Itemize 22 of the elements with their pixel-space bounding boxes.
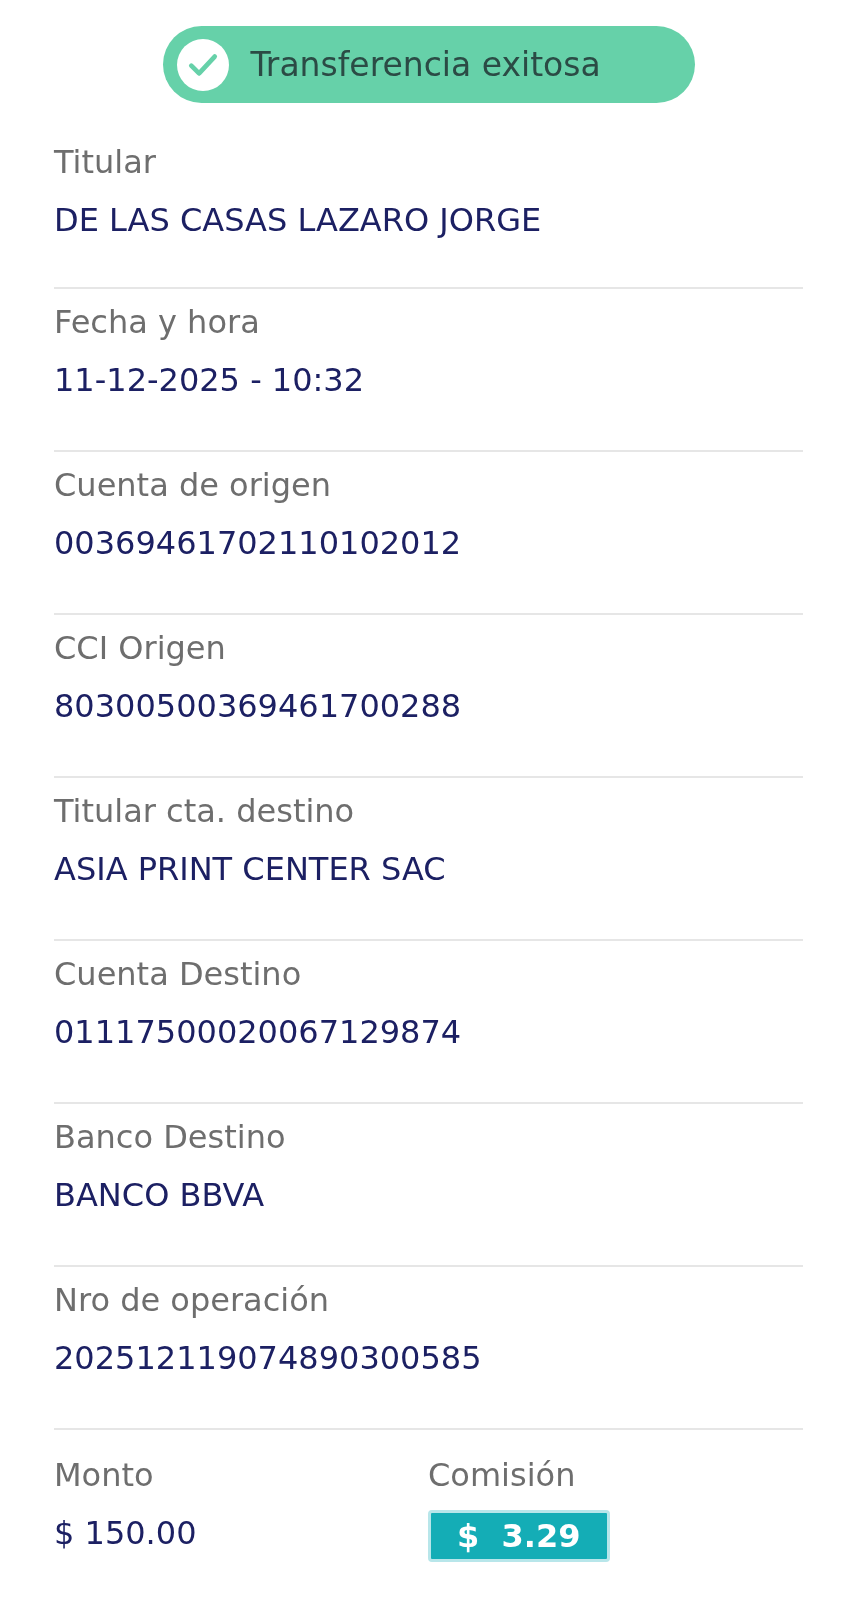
status-text: Transferencia exitosa — [250, 45, 601, 84]
field-value: 80300500369461700288 — [54, 686, 463, 727]
field-label: Titular cta. destino — [54, 791, 356, 832]
check-icon — [176, 38, 229, 91]
fee-badge: $ 3.29 — [428, 1510, 610, 1562]
field-value: ASIA PRINT CENTER SAC — [54, 849, 447, 890]
amount-label: Monto — [54, 1455, 155, 1496]
fee-label: Comisión — [428, 1455, 577, 1496]
field-label: Cuenta de origen — [54, 465, 332, 506]
field-label: Cuenta Destino — [54, 954, 303, 995]
field-value: 11-12-2025 - 10:32 — [54, 360, 366, 401]
field-value: 202512119074890300585 — [54, 1338, 483, 1379]
amount-value: $ 150.00 — [54, 1513, 198, 1554]
field-value: 01117500020067129874 — [54, 1012, 463, 1053]
field-label: Nro de operación — [54, 1280, 330, 1321]
field-label: Titular — [54, 142, 157, 183]
field-label: Banco Destino — [54, 1117, 287, 1158]
field-value: DE LAS CASAS LAZARO JORGE — [54, 200, 543, 241]
field-value: 00369461702110102012 — [54, 523, 463, 564]
field-label: Fecha y hora — [54, 302, 261, 343]
field-label: CCI Origen — [54, 628, 227, 669]
field-value: BANCO BBVA — [54, 1175, 266, 1216]
